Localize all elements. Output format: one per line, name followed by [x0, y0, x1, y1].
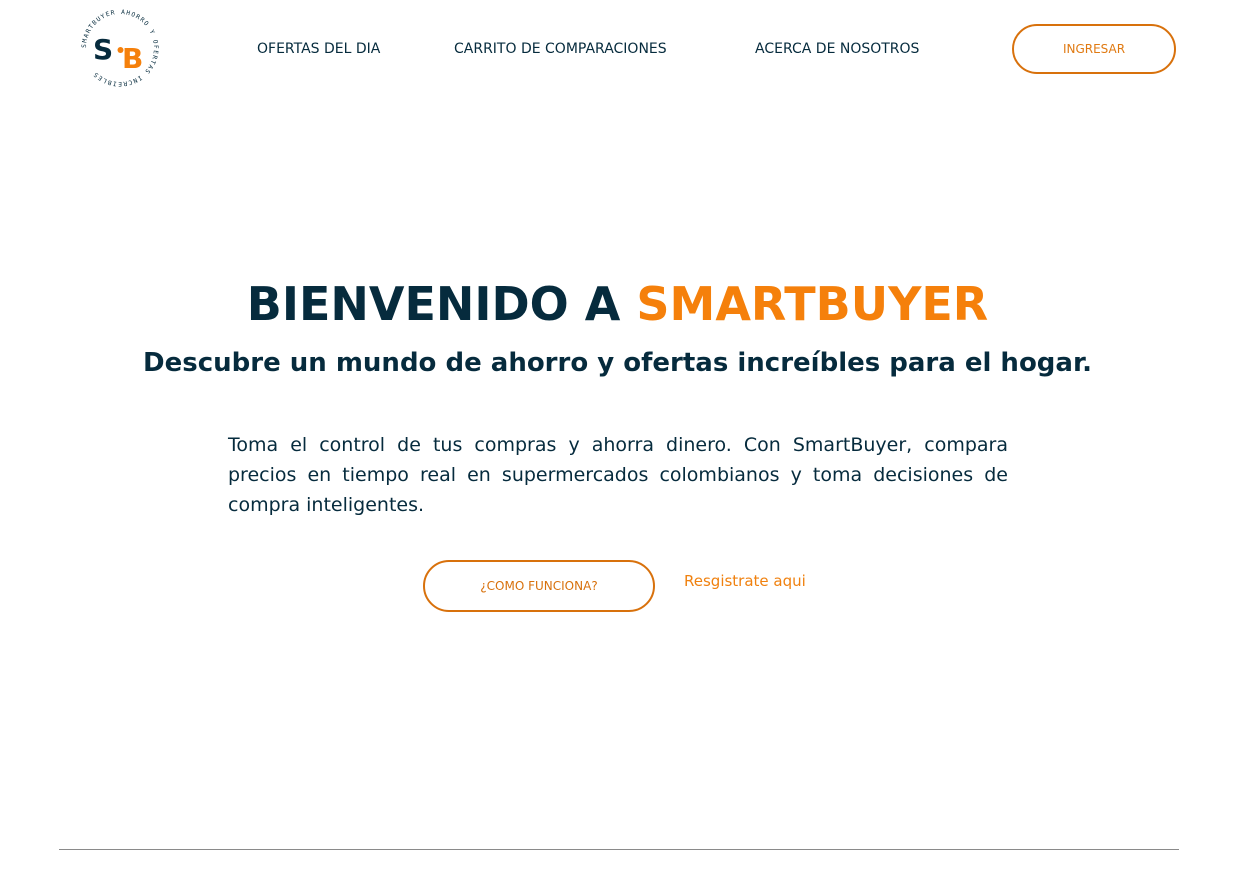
smartbuyer-logo[interactable]: SMARTBUYER AHORRO Y OFERTAS INCREIBLES S…: [78, 6, 162, 90]
nav-acerca-de-nosotros[interactable]: ACERCA DE NOSOTROS: [755, 41, 919, 57]
page: SMARTBUYER AHORRO Y OFERTAS INCREIBLES S…: [0, 0, 1235, 880]
login-button[interactable]: INGRESAR: [1012, 24, 1176, 74]
hero-description: Toma el control de tus compras y ahorra …: [228, 434, 1008, 516]
how-it-works-button[interactable]: ¿COMO FUNCIONA?: [423, 560, 655, 612]
logo-badge-icon: SMARTBUYER AHORRO Y OFERTAS INCREIBLES S…: [81, 9, 158, 87]
logo-letter-b: B: [122, 42, 143, 75]
hero-title: BIENVENIDO A SMARTBUYER: [0, 277, 1235, 331]
hero-title-prefix: BIENVENIDO A: [246, 277, 621, 331]
register-link[interactable]: Resgistrate aqui: [684, 572, 806, 590]
logo-letter-s: S: [93, 33, 113, 66]
footer-divider: [59, 849, 1179, 850]
nav-ofertas-del-dia[interactable]: OFERTAS DEL DIA: [257, 41, 380, 57]
hero-subtitle: Descubre un mundo de ahorro y ofertas in…: [143, 348, 1092, 378]
nav-carrito-de-comparaciones[interactable]: CARRITO DE COMPARACIONES: [454, 41, 667, 57]
hero-title-accent: SMARTBUYER: [636, 277, 989, 331]
